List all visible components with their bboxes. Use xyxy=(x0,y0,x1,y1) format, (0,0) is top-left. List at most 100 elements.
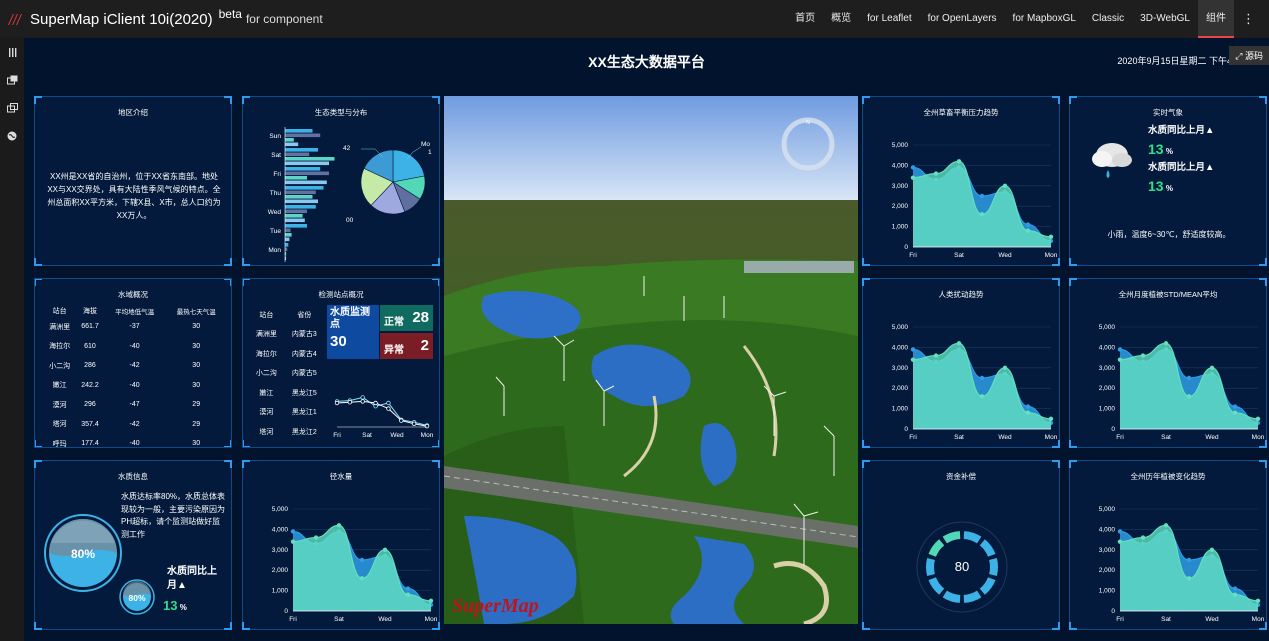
data-point xyxy=(359,557,365,563)
ring-segment xyxy=(989,557,998,577)
data-point xyxy=(1025,410,1031,415)
data-point xyxy=(1232,586,1238,591)
x-tick-label: Mon xyxy=(421,432,434,439)
window-icon[interactable] xyxy=(0,66,24,94)
data-point xyxy=(1186,375,1192,381)
data-point xyxy=(386,400,391,406)
x-tick-label: Wed xyxy=(390,432,404,439)
data-point xyxy=(979,394,985,399)
nav-home[interactable]: 首页 xyxy=(787,0,823,38)
gauge-value: 80% xyxy=(128,593,145,603)
weather-change-label: 水质同比上月▲ xyxy=(1148,125,1215,136)
weather-summary: 小雨，温度6~30℃，舒适度较高。 xyxy=(1107,230,1231,239)
x-tick-label: Fri xyxy=(909,252,917,259)
y-tick-label: 3,000 xyxy=(892,183,909,190)
bar xyxy=(285,176,307,180)
y-tick-label: 4,000 xyxy=(272,526,289,533)
x-tick-label: Wed xyxy=(998,252,1012,259)
table-cell: -40 xyxy=(129,440,140,448)
bar xyxy=(285,195,313,199)
y-tick-label: 1,000 xyxy=(1099,588,1116,595)
dashboard-main: XX生态大数据平台 2020年9月15日星期二 下午4:55:52 ⤢ 源码 地… xyxy=(24,38,1269,641)
nav-openlayers[interactable]: for OpenLayers xyxy=(920,0,1005,38)
funding-value: 80 xyxy=(955,559,969,574)
water-info-text: 水质达标率80%，水质总体表现较为一般，主要污染原因为PH超标，请个监测站做好监… xyxy=(121,492,226,539)
nav-3d-webgl[interactable]: 3D-WebGL xyxy=(1132,0,1198,38)
x-tick-label: Mon xyxy=(1252,616,1265,623)
veg-history-panel: 全州历年植被变化趋势 0 1,000 2,000 3,000 4,000 5,000 Fri… xyxy=(1069,460,1267,630)
more-menu-icon[interactable]: ⋮ xyxy=(1234,0,1263,38)
ecotype-bar-chart: Sun Sat Fri Thu Wed Tue Mon xyxy=(268,127,335,262)
pressure-panel: 全州草畜平衡压力趋势 0 1,000 2,000 3,000 4,000 5,000 Fri… xyxy=(862,96,1060,266)
nav-components[interactable]: 组件 xyxy=(1198,0,1234,38)
data-point xyxy=(359,576,365,581)
table-cell: -47 xyxy=(129,401,140,409)
funding-ring-chart: 80 xyxy=(916,521,1008,613)
y-tick-label: 2,000 xyxy=(892,203,909,210)
data-point xyxy=(1232,592,1238,597)
map-watermark: SuperMap xyxy=(452,595,539,617)
bar xyxy=(285,233,292,237)
x-tick-label: Mon xyxy=(1045,434,1058,441)
ring-segment xyxy=(979,577,996,595)
table-cell: 30 xyxy=(192,362,201,370)
table-cell: -37 xyxy=(129,323,140,331)
y-tick-label: 0 xyxy=(1111,608,1115,615)
nav-overview[interactable]: 概览 xyxy=(823,0,859,38)
data-point xyxy=(1209,547,1215,552)
table-cell: 29 xyxy=(192,401,201,409)
table-cell: 嫩江 xyxy=(52,382,67,390)
water-overview-table: 站台 海拔 平均地低气温 最热七天气温 满洲里 661.7 -37 30 海拉尔 610 -… xyxy=(43,305,227,448)
ring-segment xyxy=(942,531,961,544)
y-tick-label: 4,000 xyxy=(1099,526,1116,533)
nav-leaflet[interactable]: for Leaflet xyxy=(859,0,919,38)
table-row: 漠河 296 -47 29 xyxy=(43,395,227,415)
table-cell: 小二沟 xyxy=(49,362,71,370)
bar xyxy=(285,228,291,233)
y-tick-label: 3,000 xyxy=(1099,547,1116,554)
data-point xyxy=(956,159,962,164)
ring-segment xyxy=(928,577,945,595)
data-point xyxy=(411,421,417,426)
y-tick-label: 1,000 xyxy=(892,406,909,413)
y-tick-label: Fri xyxy=(273,171,281,178)
rain-cloud-icon xyxy=(1092,143,1132,178)
3d-map-view[interactable]: N SuperMap xyxy=(444,96,858,624)
x-tick-label: Sat xyxy=(1161,434,1171,441)
y-tick-label: 3,000 xyxy=(272,547,289,554)
bar xyxy=(285,142,299,147)
table-cell: -40 xyxy=(129,342,140,350)
brand-title[interactable]: SuperMap iClient 10i(2020) xyxy=(30,11,213,28)
data-point xyxy=(1025,222,1031,227)
menu-icon[interactable] xyxy=(0,38,24,66)
supermap-logo-icon xyxy=(8,14,22,25)
rainfall-area-chart: 0 1,000 2,000 3,000 4,000 5,000 Fri Sat Wed Mon xyxy=(272,506,438,623)
ndvi-panel: 全州月度植被STD/MEAN平均 0 1,000 2,000 3,000 4,000 5,… xyxy=(1069,278,1267,448)
bar xyxy=(285,138,294,142)
data-point xyxy=(373,400,378,406)
y-tick-label: 1,000 xyxy=(1099,406,1116,413)
nav-classic[interactable]: Classic xyxy=(1084,0,1132,38)
table-cell: 塔河 xyxy=(52,421,67,429)
windows-icon[interactable] xyxy=(0,94,24,122)
source-code-button[interactable]: ⤢ 源码 xyxy=(1229,46,1269,65)
bar xyxy=(285,152,310,157)
table-cell: 漠河 xyxy=(52,401,67,409)
globe-icon[interactable] xyxy=(0,122,24,150)
y-tick-label: Wed xyxy=(268,209,282,216)
table-row: 小二沟 286 -42 30 xyxy=(43,356,227,376)
data-point xyxy=(382,547,388,552)
table-cell: 296 xyxy=(84,401,96,409)
x-tick-label: Mon xyxy=(1252,434,1265,441)
panel-title: 实时气象 xyxy=(1153,108,1183,117)
nav-mapboxgl[interactable]: for MapboxGL xyxy=(1005,0,1084,38)
station-line-chart: Fri Sat Wed Mon xyxy=(333,395,434,439)
data-point xyxy=(290,539,296,544)
bar xyxy=(285,190,316,195)
y-tick-label: Thu xyxy=(270,190,282,197)
data-point xyxy=(1186,557,1192,563)
x-tick-label: Wed xyxy=(1205,616,1219,623)
weather-panel: 实时气象 水质同比上月▲ 13 % 水质同比上月▲ 13 % 小雨，温度6~30… xyxy=(1069,96,1267,266)
x-tick-label: Fri xyxy=(1116,434,1124,441)
table-header-row: 站台 海拔 平均地低气温 最热七天气温 xyxy=(52,308,216,316)
